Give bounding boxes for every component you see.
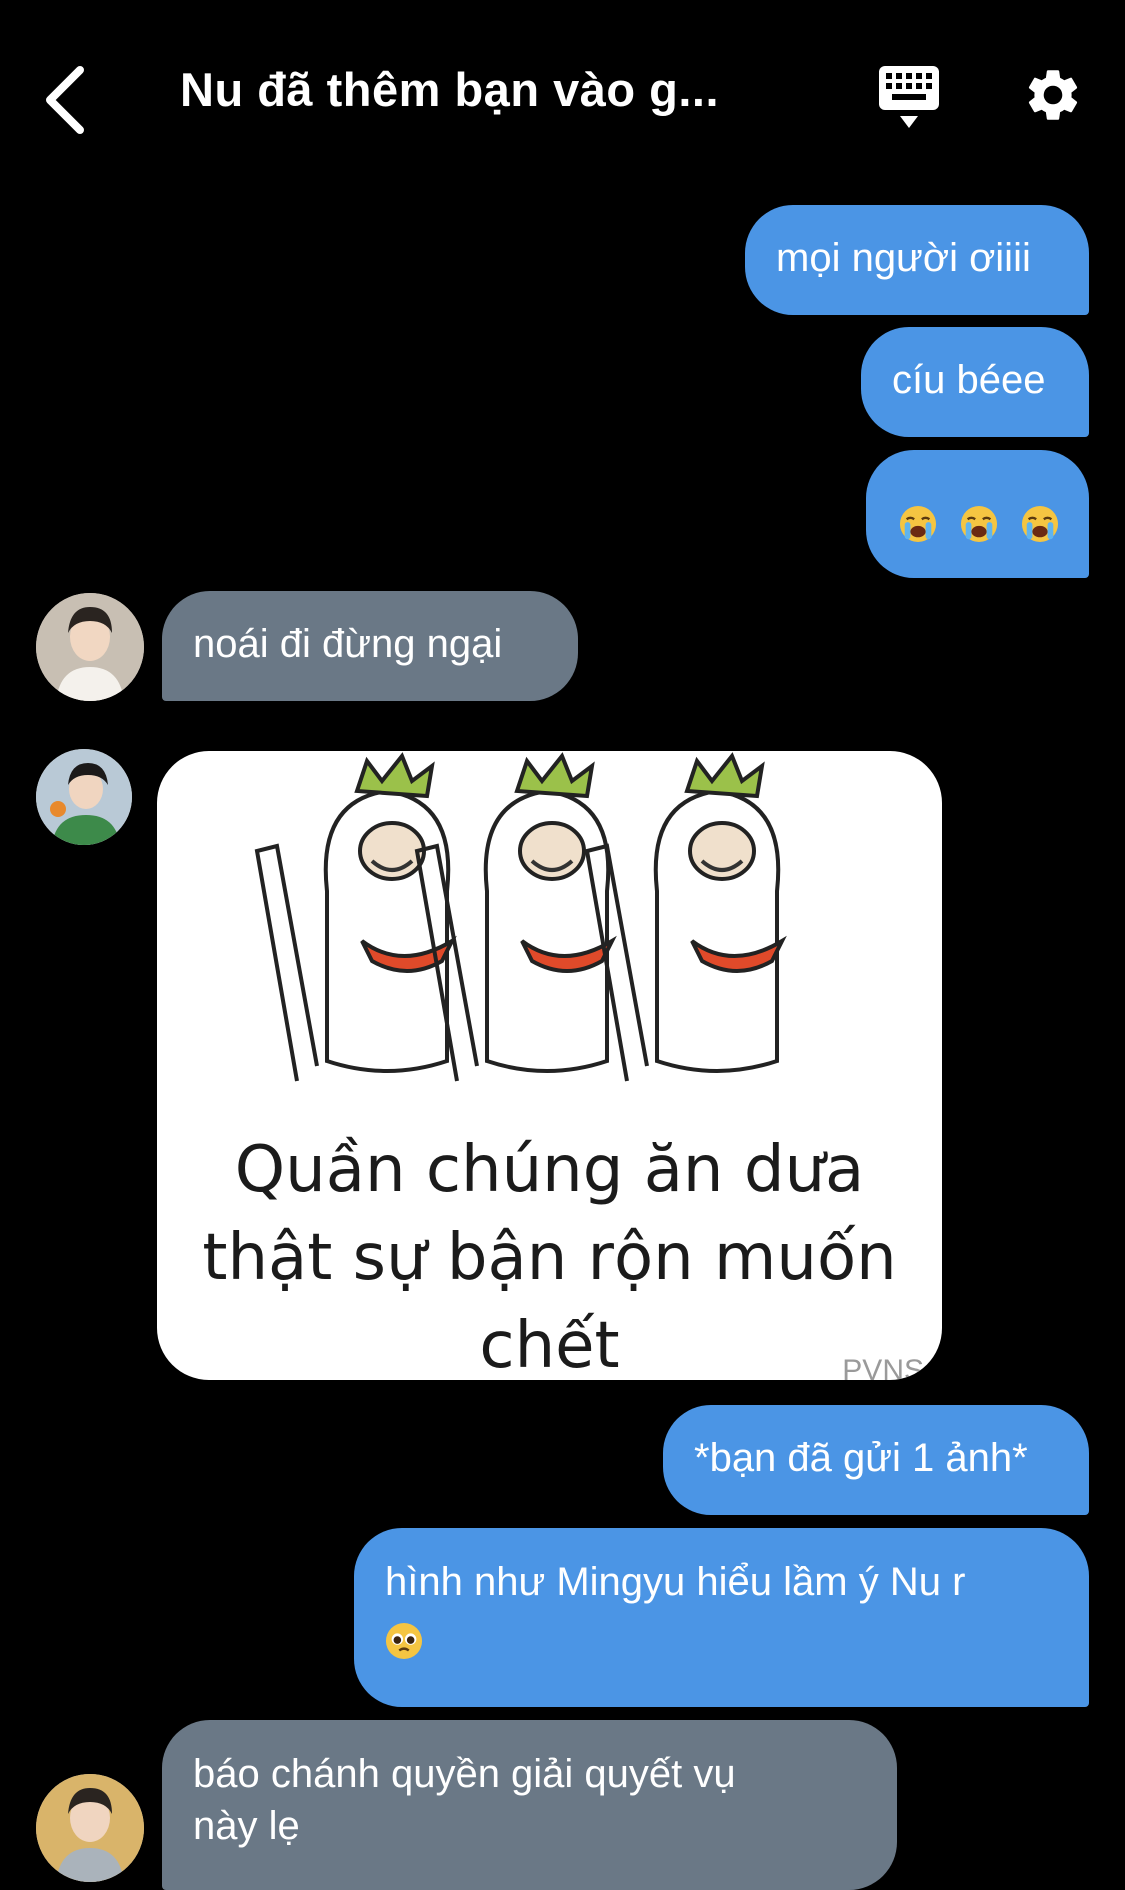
meme-caption-line: Quần chúng ăn dưa	[234, 1133, 865, 1207]
meme-caption-line: chết	[479, 1309, 620, 1380]
message-text: mọi người ơiiii	[776, 236, 1031, 280]
message-bubble-outgoing[interactable]	[866, 450, 1089, 578]
meme-caption: Quần chúng ăn dưa thật sự bận rộn muốn c…	[157, 1126, 942, 1380]
avatar[interactable]	[36, 593, 144, 701]
message-text: hình như Mingyu hiểu lầm ý Nu r	[385, 1560, 966, 1604]
message-bubble-incoming[interactable]: báo chánh quyền giải quyết vụ này lẹ	[162, 1720, 897, 1890]
person-avatar-icon	[36, 749, 132, 845]
settings-button[interactable]	[1022, 64, 1084, 126]
message-text: *bạn đã gửi 1 ảnh*	[694, 1436, 1028, 1480]
meme-caption-line: thật sự bận rộn muốn	[202, 1221, 897, 1295]
chat-title[interactable]: Nu đã thêm bạn vào g...	[180, 62, 800, 117]
image-watermark: PVNS	[842, 1354, 924, 1380]
message-bubble-outgoing[interactable]: mọi người ơiiii	[745, 205, 1089, 315]
message-text: này lẹ	[193, 1804, 300, 1848]
message-text: cíu béee	[892, 358, 1046, 402]
message-bubble-incoming[interactable]: noái đi đừng ngại	[162, 591, 578, 701]
gear-icon	[1028, 70, 1078, 120]
back-button[interactable]	[40, 60, 100, 140]
avatar[interactable]	[36, 749, 132, 845]
image-message[interactable]: Quần chúng ăn dưa thật sự bận rộn muốn c…	[157, 751, 942, 1380]
message-text: noái đi đừng ngại	[193, 622, 503, 666]
meme-illustration	[254, 752, 787, 1082]
keyboard-button[interactable]	[878, 64, 940, 132]
keyboard-icon	[879, 66, 939, 128]
message-bubble-outgoing[interactable]: *bạn đã gửi 1 ảnh*	[663, 1405, 1089, 1515]
person-avatar-icon	[36, 1774, 144, 1882]
pleading-face-icon	[385, 1612, 423, 1660]
chevron-left-icon	[46, 66, 84, 134]
person-avatar-icon	[36, 593, 144, 701]
message-text: báo chánh quyền giải quyết vụ	[193, 1752, 736, 1796]
crying-face-icon	[899, 500, 948, 544]
crying-face-icon	[1021, 500, 1059, 544]
message-bubble-outgoing[interactable]: hình như Mingyu hiểu lầm ý Nu r	[354, 1528, 1089, 1707]
crying-face-icon	[960, 500, 1009, 544]
avatar[interactable]	[36, 1774, 144, 1882]
chat-header: Nu đã thêm bạn vào g...	[0, 0, 1125, 190]
message-bubble-outgoing[interactable]: cíu béee	[861, 327, 1089, 437]
